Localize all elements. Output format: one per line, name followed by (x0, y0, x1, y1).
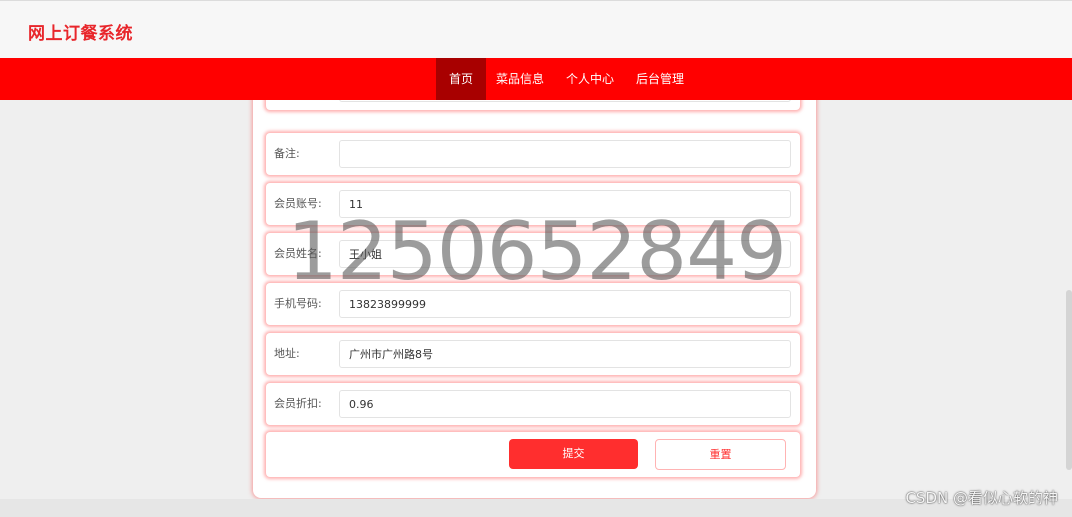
csdn-watermark: CSDN @看似心软的神 (905, 489, 1058, 507)
remark-input[interactable] (339, 140, 791, 168)
nav-item-dishes[interactable]: 菜品信息 (484, 58, 556, 100)
form-row-phone: 手机号码: (266, 283, 800, 325)
nav-item-personal-center[interactable]: 个人中心 (554, 58, 626, 100)
form-row-actions: 提交 重置 (266, 432, 800, 477)
phone-label: 手机号码: (274, 297, 322, 310)
scrollbar-thumb[interactable] (1066, 290, 1072, 470)
member-account-label: 会员账号: (274, 197, 322, 210)
address-label: 地址: (274, 347, 300, 360)
submit-button[interactable]: 提交 (509, 439, 638, 469)
form-row-member-account: 会员账号: (266, 183, 800, 225)
page: 下单时间: 备注: 会员账号: 会员姓名: 手机号码: 地址: 会员折扣: (0, 0, 1072, 517)
discount-label: 会员折扣: (274, 397, 322, 410)
nav-item-admin[interactable]: 后台管理 (624, 58, 696, 100)
form-row-member-name: 会员姓名: (266, 233, 800, 275)
member-name-input[interactable] (339, 240, 791, 268)
main-nav: 首页 菜品信息 个人中心 后台管理 (0, 58, 1072, 100)
address-input[interactable] (339, 340, 791, 368)
form-row-discount: 会员折扣: (266, 383, 800, 425)
form-row-address: 地址: (266, 333, 800, 375)
top-header: 网上订餐系统 (0, 0, 1072, 58)
member-name-label: 会员姓名: (274, 247, 322, 260)
discount-input[interactable] (339, 390, 791, 418)
reset-button[interactable]: 重置 (655, 439, 786, 470)
site-title: 网上订餐系统 (28, 24, 133, 44)
nav-item-home[interactable]: 首页 (435, 58, 486, 100)
remark-label: 备注: (274, 147, 300, 160)
phone-input[interactable] (339, 290, 791, 318)
order-form-card: 下单时间: 备注: 会员账号: 会员姓名: 手机号码: 地址: 会员折扣: (253, 68, 816, 498)
form-row-remark: 备注: (266, 133, 800, 175)
member-account-input[interactable] (339, 190, 791, 218)
